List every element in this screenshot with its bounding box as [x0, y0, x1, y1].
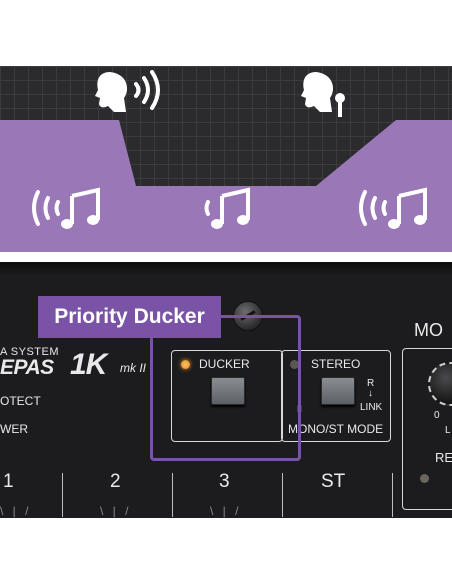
power-indicator-label: WER [0, 422, 28, 436]
knob-tick-marks: \ | / [210, 504, 242, 518]
channel-divider [282, 473, 283, 517]
music-playing-icon-right [359, 187, 427, 229]
channel-divider [172, 473, 173, 517]
channel-divider [392, 473, 393, 517]
knob-l-label: L [445, 425, 451, 436]
mode-section-label: MO [414, 320, 443, 340]
brand-mk: mk II [120, 361, 146, 375]
priority-ducker-callout: Priority Ducker [38, 296, 221, 338]
stereo-label: STEREO [311, 357, 361, 371]
mono-st-mode-button[interactable] [321, 377, 355, 405]
ducking-diagram [0, 66, 452, 252]
music-playing-icon-left [32, 187, 100, 229]
channel-3-label: 3 [219, 471, 230, 492]
mono-st-mode-label: MONO/ST MODE [288, 422, 384, 436]
link-arrow-icon: ↓ [368, 388, 373, 399]
channel-2-label: 2 [110, 471, 121, 492]
brand-name: EPAS [0, 356, 54, 379]
knob-tick-marks: \ | / [100, 504, 132, 518]
re-label: RE [435, 450, 452, 465]
music-playing-icon-center [204, 187, 250, 229]
knob-zero-label: 0 [434, 410, 440, 421]
link-label: LINK [360, 402, 383, 413]
knob-tick-marks: \ | / [0, 504, 32, 518]
channel-1-label: 1 [3, 471, 14, 492]
protect-indicator-label: OTECT [0, 394, 41, 408]
channel-st-label: ST [321, 471, 346, 492]
right-led-indicator [420, 474, 429, 483]
person-with-microphone-icon [301, 72, 345, 117]
brand-model: 1K [70, 348, 107, 381]
channel-divider [62, 473, 63, 517]
speaking-person-icon [95, 70, 160, 112]
